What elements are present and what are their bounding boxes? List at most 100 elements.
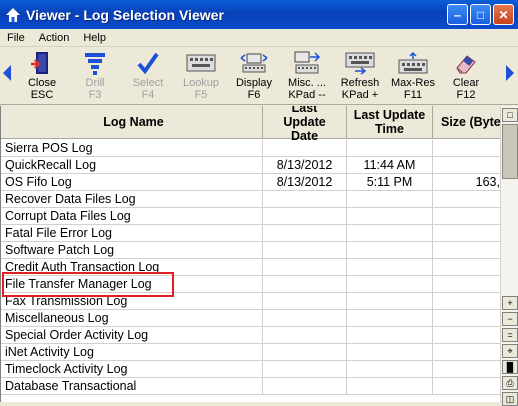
- drill-funnel-icon: [70, 49, 120, 77]
- minimize-button[interactable]: ‒: [447, 4, 468, 25]
- equals-icon: =: [507, 330, 513, 340]
- table-row[interactable]: Database Transactional: [1, 378, 500, 395]
- scroll-thumb[interactable]: [502, 124, 518, 179]
- size-cell: [433, 242, 500, 259]
- lookup-button[interactable]: Lookup F5: [176, 49, 226, 103]
- square-icon: □: [507, 110, 513, 120]
- time-cell: [347, 361, 433, 378]
- size-cell: [433, 276, 500, 293]
- misc-label: Misc. ...: [288, 77, 326, 89]
- header-size[interactable]: Size (Byte: [433, 106, 500, 139]
- header-last-update-time[interactable]: Last Update Time: [347, 106, 433, 139]
- select-key: F4: [141, 89, 155, 101]
- date-cell: 8/13/2012: [263, 157, 347, 174]
- time-cell: [347, 191, 433, 208]
- time-cell: 5:11 PM: [347, 174, 433, 191]
- table-row[interactable]: iNet Activity Log: [1, 344, 500, 361]
- misc-key: KPad --: [288, 89, 326, 101]
- menu-bar: File Action Help: [0, 29, 518, 47]
- table-row[interactable]: Corrupt Data Files Log: [1, 208, 500, 225]
- time-cell: 11:44 AM: [347, 157, 433, 174]
- equals-button[interactable]: =: [502, 328, 518, 342]
- size-cell: [433, 157, 500, 174]
- date-cell: [263, 225, 347, 242]
- date-cell: [263, 327, 347, 344]
- preview-icon: ◫: [505, 393, 515, 404]
- header-last-update-date[interactable]: Last Update Date: [263, 106, 347, 143]
- shrink-button[interactable]: ⌖: [502, 344, 518, 358]
- scroll-up-button[interactable]: □: [502, 108, 518, 122]
- size-cell: [433, 344, 500, 361]
- select-button[interactable]: Select F4: [123, 49, 173, 103]
- printer-icon: ⎙: [506, 377, 514, 388]
- max-res-button[interactable]: Max-Res F11: [388, 49, 438, 103]
- toolbar-scroll-right-icon[interactable]: [506, 65, 514, 81]
- misc-button[interactable]: Misc. ... KPad --: [282, 49, 332, 103]
- preview-button[interactable]: ◫: [502, 392, 518, 406]
- table-row[interactable]: OS Fifo Log 8/13/2012 5:11 PM 163,: [1, 174, 500, 191]
- time-cell: [347, 293, 433, 310]
- zoom-in-button[interactable]: +: [502, 296, 518, 310]
- maximize-button[interactable]: □: [470, 4, 491, 25]
- table-row[interactable]: Recover Data Files Log: [1, 191, 500, 208]
- time-cell: [347, 140, 433, 157]
- close-button[interactable]: Close ESC: [17, 49, 67, 103]
- table-row[interactable]: Timeclock Activity Log: [1, 361, 500, 378]
- date-cell: [263, 259, 347, 276]
- close-key: ESC: [30, 89, 54, 101]
- date-cell: [263, 293, 347, 310]
- toolbar-scroll-left-icon[interactable]: [3, 65, 11, 81]
- lookup-keyboard-icon: [176, 49, 226, 77]
- menu-action[interactable]: Action: [32, 32, 77, 44]
- drill-button[interactable]: Drill F3: [70, 49, 120, 103]
- display-icon: [229, 49, 279, 77]
- log-name-cell: Sierra POS Log: [1, 140, 263, 157]
- minus-icon: −: [507, 314, 513, 324]
- toolbar: Close ESC Drill F3 Select F4 Lookup F5 D…: [0, 47, 518, 105]
- vertical-scrollbar[interactable]: □ + − = ⌖ █ ⎙ ◫: [500, 106, 518, 406]
- zoom-out-button[interactable]: −: [502, 312, 518, 326]
- table-row[interactable]: Sierra POS Log: [1, 140, 500, 157]
- drill-label: Drill: [85, 77, 105, 89]
- date-cell: [263, 208, 347, 225]
- header-log-name[interactable]: Log Name: [1, 106, 263, 139]
- date-cell: [263, 310, 347, 327]
- log-name-cell: Special Order Activity Log: [1, 327, 263, 344]
- menu-file[interactable]: File: [0, 32, 32, 44]
- log-grid: Log Name Last Update Date Last Update Ti…: [0, 106, 500, 402]
- misc-folder-icon: [282, 49, 332, 77]
- size-cell: [433, 310, 500, 327]
- close-window-button[interactable]: ✕: [493, 4, 514, 25]
- table-row[interactable]: Special Order Activity Log: [1, 327, 500, 344]
- date-cell: 8/13/2012: [263, 174, 347, 191]
- select-label: Select: [132, 77, 164, 89]
- log-name-cell: Software Patch Log: [1, 242, 263, 259]
- display-button[interactable]: Display F6: [229, 49, 279, 103]
- log-name-cell: OS Fifo Log: [1, 174, 263, 191]
- refresh-button[interactable]: Refresh KPad +: [335, 49, 385, 103]
- home-icon[interactable]: [5, 7, 21, 23]
- chart-button[interactable]: █: [502, 360, 518, 374]
- lookup-key: F5: [194, 89, 208, 101]
- print-button[interactable]: ⎙: [502, 376, 518, 390]
- close-door-icon: [17, 49, 67, 77]
- bar-chart-icon: █: [506, 362, 514, 372]
- log-name-cell: Corrupt Data Files Log: [1, 208, 263, 225]
- table-row[interactable]: Miscellaneous Log: [1, 310, 500, 327]
- time-cell: [347, 242, 433, 259]
- highlight-box: [2, 272, 174, 297]
- time-cell: [347, 344, 433, 361]
- shrink-icon: ⌖: [507, 345, 513, 356]
- size-cell: [433, 378, 500, 395]
- clear-button[interactable]: Clear F12: [441, 49, 491, 103]
- maximize-icon: □: [476, 7, 485, 22]
- size-cell: [433, 293, 500, 310]
- table-row[interactable]: Fatal File Error Log: [1, 225, 500, 242]
- max-res-label: Max-Res: [390, 77, 435, 89]
- drill-key: F3: [88, 89, 102, 101]
- table-row[interactable]: QuickRecall Log 8/13/2012 11:44 AM: [1, 157, 500, 174]
- max-res-key: F11: [403, 89, 423, 101]
- menu-help[interactable]: Help: [76, 32, 113, 44]
- log-name-cell: Miscellaneous Log: [1, 310, 263, 327]
- table-row[interactable]: Software Patch Log: [1, 242, 500, 259]
